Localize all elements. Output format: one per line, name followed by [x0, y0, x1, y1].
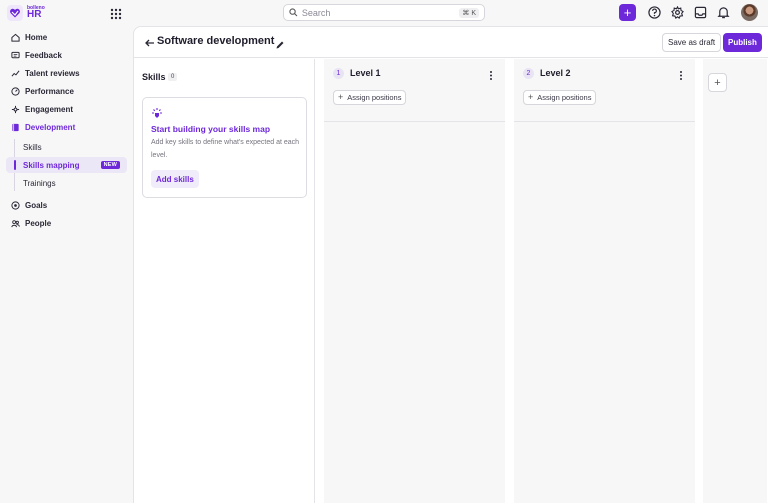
apps-grid-icon[interactable]: [110, 7, 122, 20]
main-content: Software development Save as draft Publi…: [133, 26, 768, 503]
settings-gear-icon[interactable]: [670, 5, 685, 20]
sidebar-item-label: Home: [25, 32, 48, 42]
skills-empty-state-card: Start building your skills map Add key s…: [142, 97, 307, 198]
assign-positions-button[interactable]: + Assign positions: [523, 90, 597, 105]
create-button[interactable]: +: [619, 4, 636, 21]
level-header: 1 Level 1: [324, 59, 505, 91]
engagement-icon: [11, 105, 20, 114]
sidebar-nav: Home Feedback Talent reviews Performance…: [0, 26, 133, 503]
more-options-icon[interactable]: [678, 68, 684, 80]
back-arrow-icon[interactable]: [144, 36, 156, 48]
top-bar: bolleno HR ⌘ K +: [0, 0, 768, 26]
level-header: 2 Level 2: [514, 59, 695, 91]
add-skills-button[interactable]: Add skills: [151, 170, 199, 188]
search-bar[interactable]: ⌘ K: [283, 4, 485, 21]
performance-icon: [11, 86, 20, 96]
publish-button[interactable]: Publish: [723, 33, 762, 52]
sidebar-subitem-skills[interactable]: Skills: [6, 139, 127, 155]
page-title: Software development: [157, 35, 275, 47]
new-badge: NEW: [100, 161, 120, 169]
brand-logo[interactable]: bolleno HR: [7, 5, 45, 21]
save-as-draft-button[interactable]: Save as draft: [662, 33, 722, 52]
level-column: 1 Level 1 + Assign positions: [324, 59, 505, 503]
brand-name-big: HR: [27, 9, 42, 20]
search-shortcut: ⌘ K: [459, 7, 479, 18]
sidebar-subitem-label: Skills: [23, 142, 42, 152]
talent-reviews-icon: [11, 69, 20, 78]
add-level-column: +: [703, 59, 767, 503]
skills-panel-title: Skills: [142, 72, 166, 82]
user-avatar[interactable]: [741, 4, 758, 21]
sidebar-item-home[interactable]: Home: [6, 29, 127, 45]
divider: [514, 121, 695, 122]
skills-panel: Skills 0 Start building your skills map …: [134, 59, 315, 503]
sidebar-item-label: People: [25, 218, 52, 228]
empty-state-description: Add key skills to define what's expected…: [151, 139, 300, 159]
add-level-button[interactable]: +: [708, 73, 727, 92]
assign-positions-button[interactable]: + Assign positions: [333, 90, 407, 105]
goals-target-icon: [11, 200, 20, 210]
sidebar-item-development[interactable]: Development: [6, 119, 127, 135]
logo-heart-icon: [7, 5, 23, 21]
level-number-badge: 2: [523, 68, 534, 79]
sidebar-item-label: Goals: [25, 200, 48, 210]
search-input[interactable]: [301, 7, 460, 18]
level-number-badge: 1: [333, 68, 344, 79]
sidebar-item-goals[interactable]: Goals: [6, 197, 127, 213]
people-icon: [11, 219, 20, 228]
divider: [324, 121, 505, 122]
sidebar-item-label: Engagement: [25, 104, 74, 114]
search-icon: [289, 8, 298, 17]
sidebar-item-feedback[interactable]: Feedback: [6, 47, 127, 63]
sidebar-item-label: Development: [25, 122, 76, 132]
assign-positions-label: Assign positions: [537, 93, 592, 102]
sidebar-item-label: Talent reviews: [25, 68, 80, 78]
level-name: Level 2: [540, 68, 571, 78]
sidebar-subitem-trainings[interactable]: Trainings: [6, 175, 127, 191]
edit-pencil-icon[interactable]: [275, 37, 285, 49]
level-column: 2 Level 2 + Assign positions: [514, 59, 695, 503]
plus-icon: +: [623, 5, 632, 20]
skills-map-icon: [151, 106, 163, 118]
assign-positions-label: Assign positions: [347, 93, 402, 102]
help-icon[interactable]: [647, 5, 662, 20]
empty-state-title: Start building your skills map: [151, 124, 271, 134]
feedback-icon: [11, 51, 20, 60]
inbox-icon[interactable]: [693, 5, 708, 20]
notifications-bell-icon[interactable]: [716, 5, 731, 20]
skills-count-badge: 0: [168, 73, 178, 81]
page-header: Software development Save as draft Publi…: [134, 27, 768, 58]
sidebar-subitem-skills-mapping[interactable]: Skills mapping NEW: [6, 157, 127, 173]
sidebar-subitem-label: Trainings: [23, 178, 56, 188]
home-icon: [11, 33, 20, 42]
level-name: Level 1: [350, 68, 381, 78]
more-options-icon[interactable]: [488, 68, 494, 80]
development-book-icon: [11, 123, 20, 132]
plus-icon: +: [338, 92, 344, 102]
sidebar-subitem-label: Skills mapping: [23, 160, 80, 170]
sidebar-item-talent-reviews[interactable]: Talent reviews: [6, 65, 127, 81]
sidebar-item-engagement[interactable]: Engagement: [6, 101, 127, 117]
sidebar-item-performance[interactable]: Performance: [6, 83, 127, 99]
plus-icon: +: [528, 92, 534, 102]
sidebar-item-label: Feedback: [25, 50, 62, 60]
sidebar-item-people[interactable]: People: [6, 215, 127, 231]
sidebar-item-label: Performance: [25, 86, 74, 96]
